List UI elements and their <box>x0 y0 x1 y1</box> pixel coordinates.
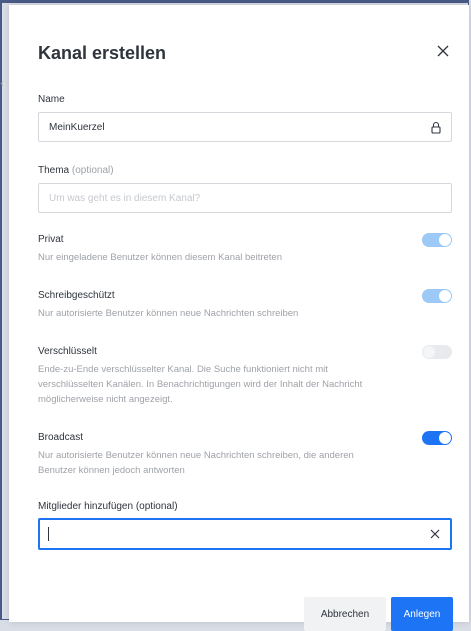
members-input[interactable] <box>38 518 452 550</box>
create-channel-modal: Kanal erstellen Name MeinKuerzel Thema (… <box>9 5 469 631</box>
toggle-knob <box>439 234 451 246</box>
name-field[interactable]: MeinKuerzel <box>38 112 452 142</box>
toggle-knob <box>423 346 435 358</box>
create-button[interactable]: Anlegen <box>391 597 453 631</box>
topic-optional-text: (optional) <box>71 165 114 176</box>
broadcast-toggle[interactable] <box>422 431 452 445</box>
background-fragment: ‹ <box>0 78 4 89</box>
modal-title: Kanal erstellen <box>38 43 167 63</box>
clear-icon[interactable] <box>429 528 441 540</box>
topic-placeholder: Um was geht es in diesem Kanal? <box>49 193 201 204</box>
setting-broadcast-desc: Nur autorisierte Benutzer können neue Na… <box>38 450 354 476</box>
setting-encrypted-title: Verschlüsselt <box>38 346 97 357</box>
setting-encrypted-desc: Ende-zu-Ende verschlüsselter Kanal. Die … <box>38 364 363 405</box>
text-caret <box>48 527 49 541</box>
toggle-knob <box>439 432 451 444</box>
members-label: Mitglieder hinzufügen (optional) <box>38 501 178 512</box>
setting-broadcast-title: Broadcast <box>38 432 84 443</box>
cancel-button[interactable]: Abbrechen <box>304 597 386 631</box>
setting-readonly-title: Schreibgeschützt <box>38 290 115 301</box>
topic-field[interactable]: Um was geht es in diesem Kanal? <box>38 183 452 213</box>
toggle-knob <box>439 290 451 302</box>
private-toggle[interactable] <box>422 233 452 247</box>
topic-label-text: Thema <box>38 165 70 176</box>
close-icon[interactable] <box>435 43 451 59</box>
setting-readonly-desc: Nur autorisierte Benutzer können neue Na… <box>38 308 299 319</box>
encrypted-toggle[interactable] <box>422 345 452 359</box>
lock-icon <box>431 121 441 134</box>
topic-label: Thema (optional) <box>38 165 114 176</box>
setting-private-desc: Nur eingeladene Benutzer können diesem K… <box>38 252 282 263</box>
setting-private-title: Privat <box>38 234 64 245</box>
readonly-toggle[interactable] <box>422 289 452 303</box>
name-label: Name <box>38 94 65 105</box>
name-value: MeinKuerzel <box>49 122 105 133</box>
